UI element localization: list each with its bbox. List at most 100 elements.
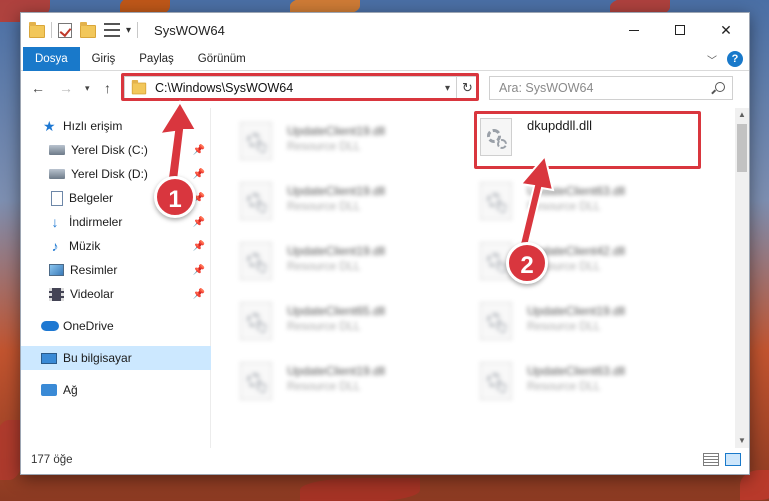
cloud-icon (41, 321, 59, 331)
minimize-button[interactable] (611, 13, 657, 47)
file-type: Resource DLL (527, 381, 601, 393)
sidebar-item-label: OneDrive (63, 319, 114, 333)
search-placeholder: Ara: SysWOW64 (499, 81, 594, 95)
forward-arrow-icon[interactable]: → (59, 80, 73, 96)
file-type: Resource DLL (287, 381, 361, 393)
file-item[interactable]: UpdateClient19.dll Resource DLL (212, 354, 432, 402)
recent-locations-dropdown-icon[interactable]: ▾ (85, 83, 90, 94)
address-bar-highlight (121, 73, 479, 101)
navigation-pane: ★ Hızlı erişim Yerel Disk (C:) 📌 Yerel D… (21, 108, 211, 448)
tab-share[interactable]: Paylaş (127, 47, 186, 71)
sidebar-item-label: Videolar (70, 287, 114, 301)
file-item[interactable]: UpdateClient65.dll Resource DLL (212, 294, 432, 342)
step-badge-1: 1 (154, 176, 196, 218)
sidebar-item-local-disk-c[interactable]: Yerel Disk (C:) 📌 (21, 138, 211, 162)
scrollbar-thumb[interactable] (737, 124, 747, 172)
new-folder-icon[interactable] (80, 22, 96, 38)
large-icons-view-icon[interactable] (725, 453, 741, 466)
vertical-scrollbar[interactable]: ▲ ▼ (735, 108, 749, 448)
file-type: Resource DLL (287, 321, 361, 333)
search-input[interactable]: Ara: SysWOW64 (489, 76, 733, 100)
close-button[interactable]: ✕ (703, 13, 749, 47)
sidebar-item-network[interactable]: Ağ (21, 378, 211, 402)
title-bar: ▾ SysWOW64 ✕ (21, 13, 749, 47)
pin-icon[interactable]: 📌 (193, 241, 205, 252)
close-icon: ✕ (720, 21, 732, 38)
step-badge-2: 2 (506, 242, 548, 284)
sidebar-item-label: Müzik (69, 239, 101, 253)
tab-view[interactable]: Görünüm (186, 47, 258, 71)
file-type: Resource DLL (287, 261, 361, 273)
sidebar-item-quick-access[interactable]: ★ Hızlı erişim (21, 114, 211, 138)
ribbon-tabs: Dosya Giriş Paylaş Görünüm ﹀ ? (21, 46, 749, 71)
pin-icon[interactable]: 📌 (193, 265, 205, 276)
file-type: Resource DLL (287, 141, 361, 153)
drive-icon (49, 169, 65, 179)
videos-icon (49, 287, 64, 301)
file-item[interactable]: UpdateClient42.dll Resource DLL (452, 234, 672, 282)
dll-file-icon (480, 182, 512, 220)
quick-access-toolbar-icon[interactable] (104, 23, 120, 37)
sidebar-item-label: Resimler (70, 263, 118, 277)
dll-file-icon (240, 302, 272, 340)
file-item[interactable]: UpdateClient19.dll Resource DLL (212, 234, 432, 282)
search-icon (715, 82, 725, 92)
scroll-up-icon[interactable]: ▲ (735, 108, 749, 122)
sidebar-item-label: İndirmeler (69, 215, 123, 229)
file-item[interactable]: UpdateClient63.dll Resource DLL (452, 354, 672, 402)
file-item[interactable]: UpdateClient19.dll Resource DLL (452, 294, 672, 342)
sidebar-item-onedrive[interactable]: OneDrive (21, 314, 211, 338)
pictures-icon (49, 264, 64, 276)
sidebar-item-label: Yerel Disk (D:) (71, 167, 148, 181)
file-name: UpdateClient19.dll (287, 364, 386, 378)
pin-icon[interactable]: 📌 (193, 217, 205, 228)
background-leaf (300, 478, 420, 501)
ribbon-controls: ﹀ ? (707, 51, 743, 67)
view-switcher (703, 453, 741, 466)
dll-file-icon (480, 362, 512, 400)
details-view-icon[interactable] (703, 453, 719, 466)
file-item[interactable]: UpdateClient63.dll Resource DLL (452, 174, 672, 222)
pin-icon[interactable]: 📌 (193, 145, 205, 156)
back-arrow-icon[interactable]: ← (31, 80, 45, 96)
document-icon (51, 190, 63, 206)
file-name: UpdateClient19.dll (287, 184, 386, 198)
sidebar-item-this-pc[interactable]: Bu bilgisayar (21, 346, 211, 370)
up-arrow-icon[interactable]: ↑ (104, 80, 111, 96)
maximize-icon (675, 25, 685, 35)
tab-file[interactable]: Dosya (23, 46, 80, 71)
help-icon[interactable]: ? (727, 51, 743, 67)
maximize-button[interactable] (657, 13, 703, 47)
dll-file-icon (480, 302, 512, 340)
sidebar-item-music[interactable]: ♪ Müzik 📌 (21, 234, 211, 258)
expand-ribbon-chevron-icon[interactable]: ﹀ (707, 52, 717, 67)
sidebar-item-videos[interactable]: Videolar 📌 (21, 282, 211, 306)
sidebar-item-pictures[interactable]: Resimler 📌 (21, 258, 211, 282)
window-title: SysWOW64 (154, 22, 225, 38)
drive-icon (49, 145, 65, 155)
dll-file-icon (240, 242, 272, 280)
file-item[interactable]: UpdateClient19.dll Resource DLL (212, 114, 432, 162)
target-file-highlight (474, 111, 701, 169)
download-icon: ↓ (51, 214, 59, 230)
file-type: Resource DLL (527, 321, 601, 333)
properties-check-icon[interactable] (58, 22, 72, 38)
tab-home[interactable]: Giriş (80, 47, 128, 71)
status-bar: 177 öğe (21, 446, 749, 474)
sidebar-item-label: Hızlı erişim (63, 119, 123, 133)
title-separator (51, 22, 52, 38)
dll-file-icon (240, 362, 272, 400)
computer-icon (41, 352, 57, 364)
folder-icon (29, 22, 45, 38)
dll-file-icon (240, 122, 272, 160)
pin-icon[interactable]: 📌 (193, 289, 205, 300)
sidebar-item-label: Bu bilgisayar (63, 351, 132, 365)
file-name: UpdateClient63.dll (527, 184, 626, 198)
file-name: UpdateClient19.dll (287, 244, 386, 258)
file-item[interactable]: UpdateClient19.dll Resource DLL (212, 174, 432, 222)
network-icon (41, 384, 57, 396)
item-count: 177 öğe (31, 454, 73, 466)
pin-icon[interactable]: 📌 (193, 169, 205, 180)
file-type: Resource DLL (527, 201, 601, 213)
customize-toolbar-dropdown[interactable]: ▾ (126, 25, 131, 36)
